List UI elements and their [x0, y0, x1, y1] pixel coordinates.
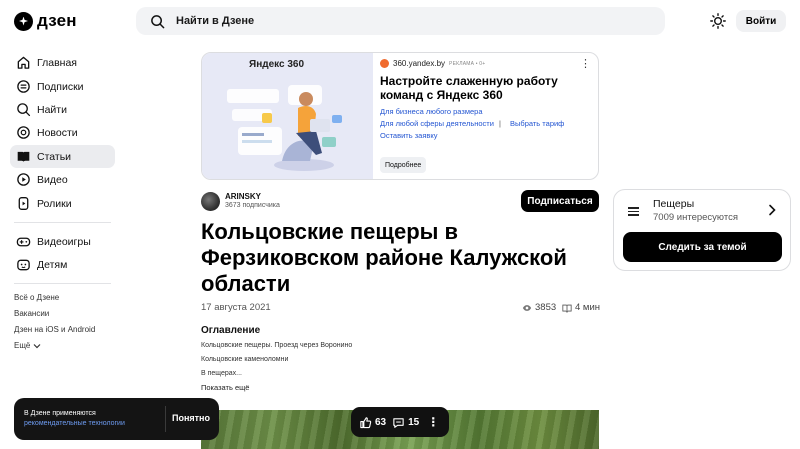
read-time: 4 мин [575, 302, 601, 313]
dzen-logo[interactable]: дзен [14, 11, 77, 31]
author-subscribers: 3673 подписчика [225, 202, 280, 209]
reactions-bar: 63 15 ⋮ [351, 407, 449, 437]
sidebar-divider [14, 222, 111, 223]
author-name[interactable]: ARINSKY [225, 192, 261, 201]
articles-icon [17, 151, 30, 162]
kids-icon [17, 259, 30, 271]
sidebar-item-videogames[interactable]: Видеоигры [10, 230, 115, 253]
search-icon [17, 103, 31, 117]
home-icon [17, 56, 30, 69]
sidebar-item-label: Видео [37, 173, 68, 186]
like-button[interactable]: 63 [359, 416, 386, 429]
sidebar-item-label: Подписки [37, 80, 84, 93]
toc-title: Оглавление [201, 325, 261, 336]
footer-link-more[interactable]: Ещё [14, 341, 41, 350]
sidebar-item-label: Детям [37, 258, 68, 271]
eye-icon [522, 304, 532, 311]
ad-block[interactable]: Яндекс 360 360.yandex.by РЕКЛАМА • 0+ ⋮ … [201, 52, 599, 180]
ad-link[interactable]: Для любой сферы деятельности [380, 119, 494, 128]
subscriptions-icon [17, 80, 30, 93]
ad-image: Яндекс 360 [202, 53, 373, 179]
more-menu-icon[interactable]: ⋮ [427, 415, 439, 429]
footer-link-vacancies[interactable]: Вакансии [14, 309, 49, 318]
views-stat: 3853 [522, 302, 556, 313]
topic-list-icon [628, 207, 639, 216]
article-title: Кольцовские пещеры в Ферзиковском районе… [201, 219, 567, 296]
gamepad-icon [16, 237, 31, 247]
sidebar-item-articles[interactable]: Статьи [10, 145, 115, 168]
sidebar-item-label: Видеоигры [37, 235, 91, 248]
sidebar-item-subscriptions[interactable]: Подписки [10, 75, 115, 98]
ad-domain[interactable]: 360.yandex.by [393, 59, 445, 68]
sidebar-item-kids[interactable]: Детям [10, 253, 115, 276]
sidebar-item-shorts[interactable]: Ролики [10, 192, 115, 215]
sidebar-item-search[interactable]: Найти [10, 98, 115, 121]
comments-count: 15 [408, 416, 420, 428]
search-bar[interactable] [136, 7, 665, 35]
topic-name[interactable]: Пещеры [653, 198, 694, 210]
sidebar-divider [14, 283, 111, 284]
read-time-stat: 4 мин [562, 302, 600, 313]
toc-item[interactable]: Кольцовские пещеры. Проезд через Воронин… [201, 342, 352, 349]
toc-item[interactable]: Кольцовские каменоломни [201, 356, 288, 363]
follow-topic-button[interactable]: Следить за темой [623, 232, 782, 262]
video-icon [17, 173, 30, 186]
logo-text: дзен [37, 11, 77, 30]
sidebar-item-label: Статьи [37, 150, 72, 163]
shorts-icon [18, 197, 29, 210]
footer-link-more-label: Ещё [14, 341, 31, 350]
book-icon [562, 304, 572, 313]
toast-text: В Дзене применяются [24, 410, 96, 417]
author-avatar[interactable] [201, 192, 220, 211]
sidebar-item-news[interactable]: Новости [10, 121, 115, 144]
toc-show-more[interactable]: Показать ещё [201, 383, 249, 392]
comment-icon [393, 417, 404, 428]
article-date: 17 августа 2021 [201, 302, 271, 313]
search-icon [151, 14, 165, 28]
ad-title[interactable]: Настройте слаженную работу команд с Янде… [380, 74, 590, 102]
views-count: 3853 [535, 302, 557, 313]
sidebar-item-video[interactable]: Видео [10, 168, 115, 191]
likes-count: 63 [375, 416, 387, 428]
sidebar-item-home[interactable]: Главная [10, 51, 115, 74]
ad-more-icon[interactable]: ⋮ [580, 57, 591, 70]
toast-accept-button[interactable]: Понятно [172, 413, 210, 423]
comments-button[interactable]: 15 [392, 416, 419, 429]
ad-link-separator: | [499, 119, 501, 128]
toc-item[interactable]: В пещерах... [201, 370, 242, 377]
sidebar-item-label: Найти [37, 103, 67, 116]
sidebar-item-label: Новости [37, 126, 78, 139]
ad-link[interactable]: Оставить заявку [380, 131, 437, 140]
subscribe-button[interactable]: Подписаться [521, 190, 599, 212]
ad-label: РЕКЛАМА • 0+ [449, 60, 486, 67]
sidebar-item-label: Главная [37, 56, 77, 69]
toast-divider [165, 406, 166, 432]
sun-icon [710, 13, 726, 29]
sidebar-item-label: Ролики [37, 197, 72, 210]
footer-link-about[interactable]: Всё о Дзене [14, 293, 59, 302]
ad-illustration [227, 85, 342, 171]
ad-domain-row: 360.yandex.by РЕКЛАМА • 0+ [380, 59, 485, 68]
ad-favicon-icon [380, 59, 389, 68]
toast-link[interactable]: рекомендательные технологии [24, 420, 125, 427]
search-input[interactable] [176, 15, 576, 27]
footer-link-apps[interactable]: Дзен на iOS и Android [14, 325, 95, 334]
ad-details-button[interactable]: Подробнее [380, 157, 427, 173]
topic-followers: 7009 интересуются [653, 212, 738, 223]
ad-link[interactable]: Для бизнеса любого размера [380, 107, 483, 116]
recommendation-toast: В Дзене применяются рекомендательные тех… [14, 398, 219, 440]
news-icon [17, 126, 30, 139]
topic-card: Пещеры 7009 интересуются Следить за темо… [613, 189, 791, 271]
ad-link[interactable]: Выбрать тариф [510, 119, 564, 128]
toast-message: В Дзене применяются рекомендательные тех… [24, 409, 125, 429]
chevron-right-icon[interactable] [767, 203, 777, 217]
thumbs-up-icon [360, 416, 372, 428]
chevron-down-icon [33, 343, 41, 348]
login-button[interactable]: Войти [736, 10, 786, 32]
dzen-logo-icon [14, 11, 33, 31]
theme-toggle-button[interactable] [708, 11, 728, 31]
